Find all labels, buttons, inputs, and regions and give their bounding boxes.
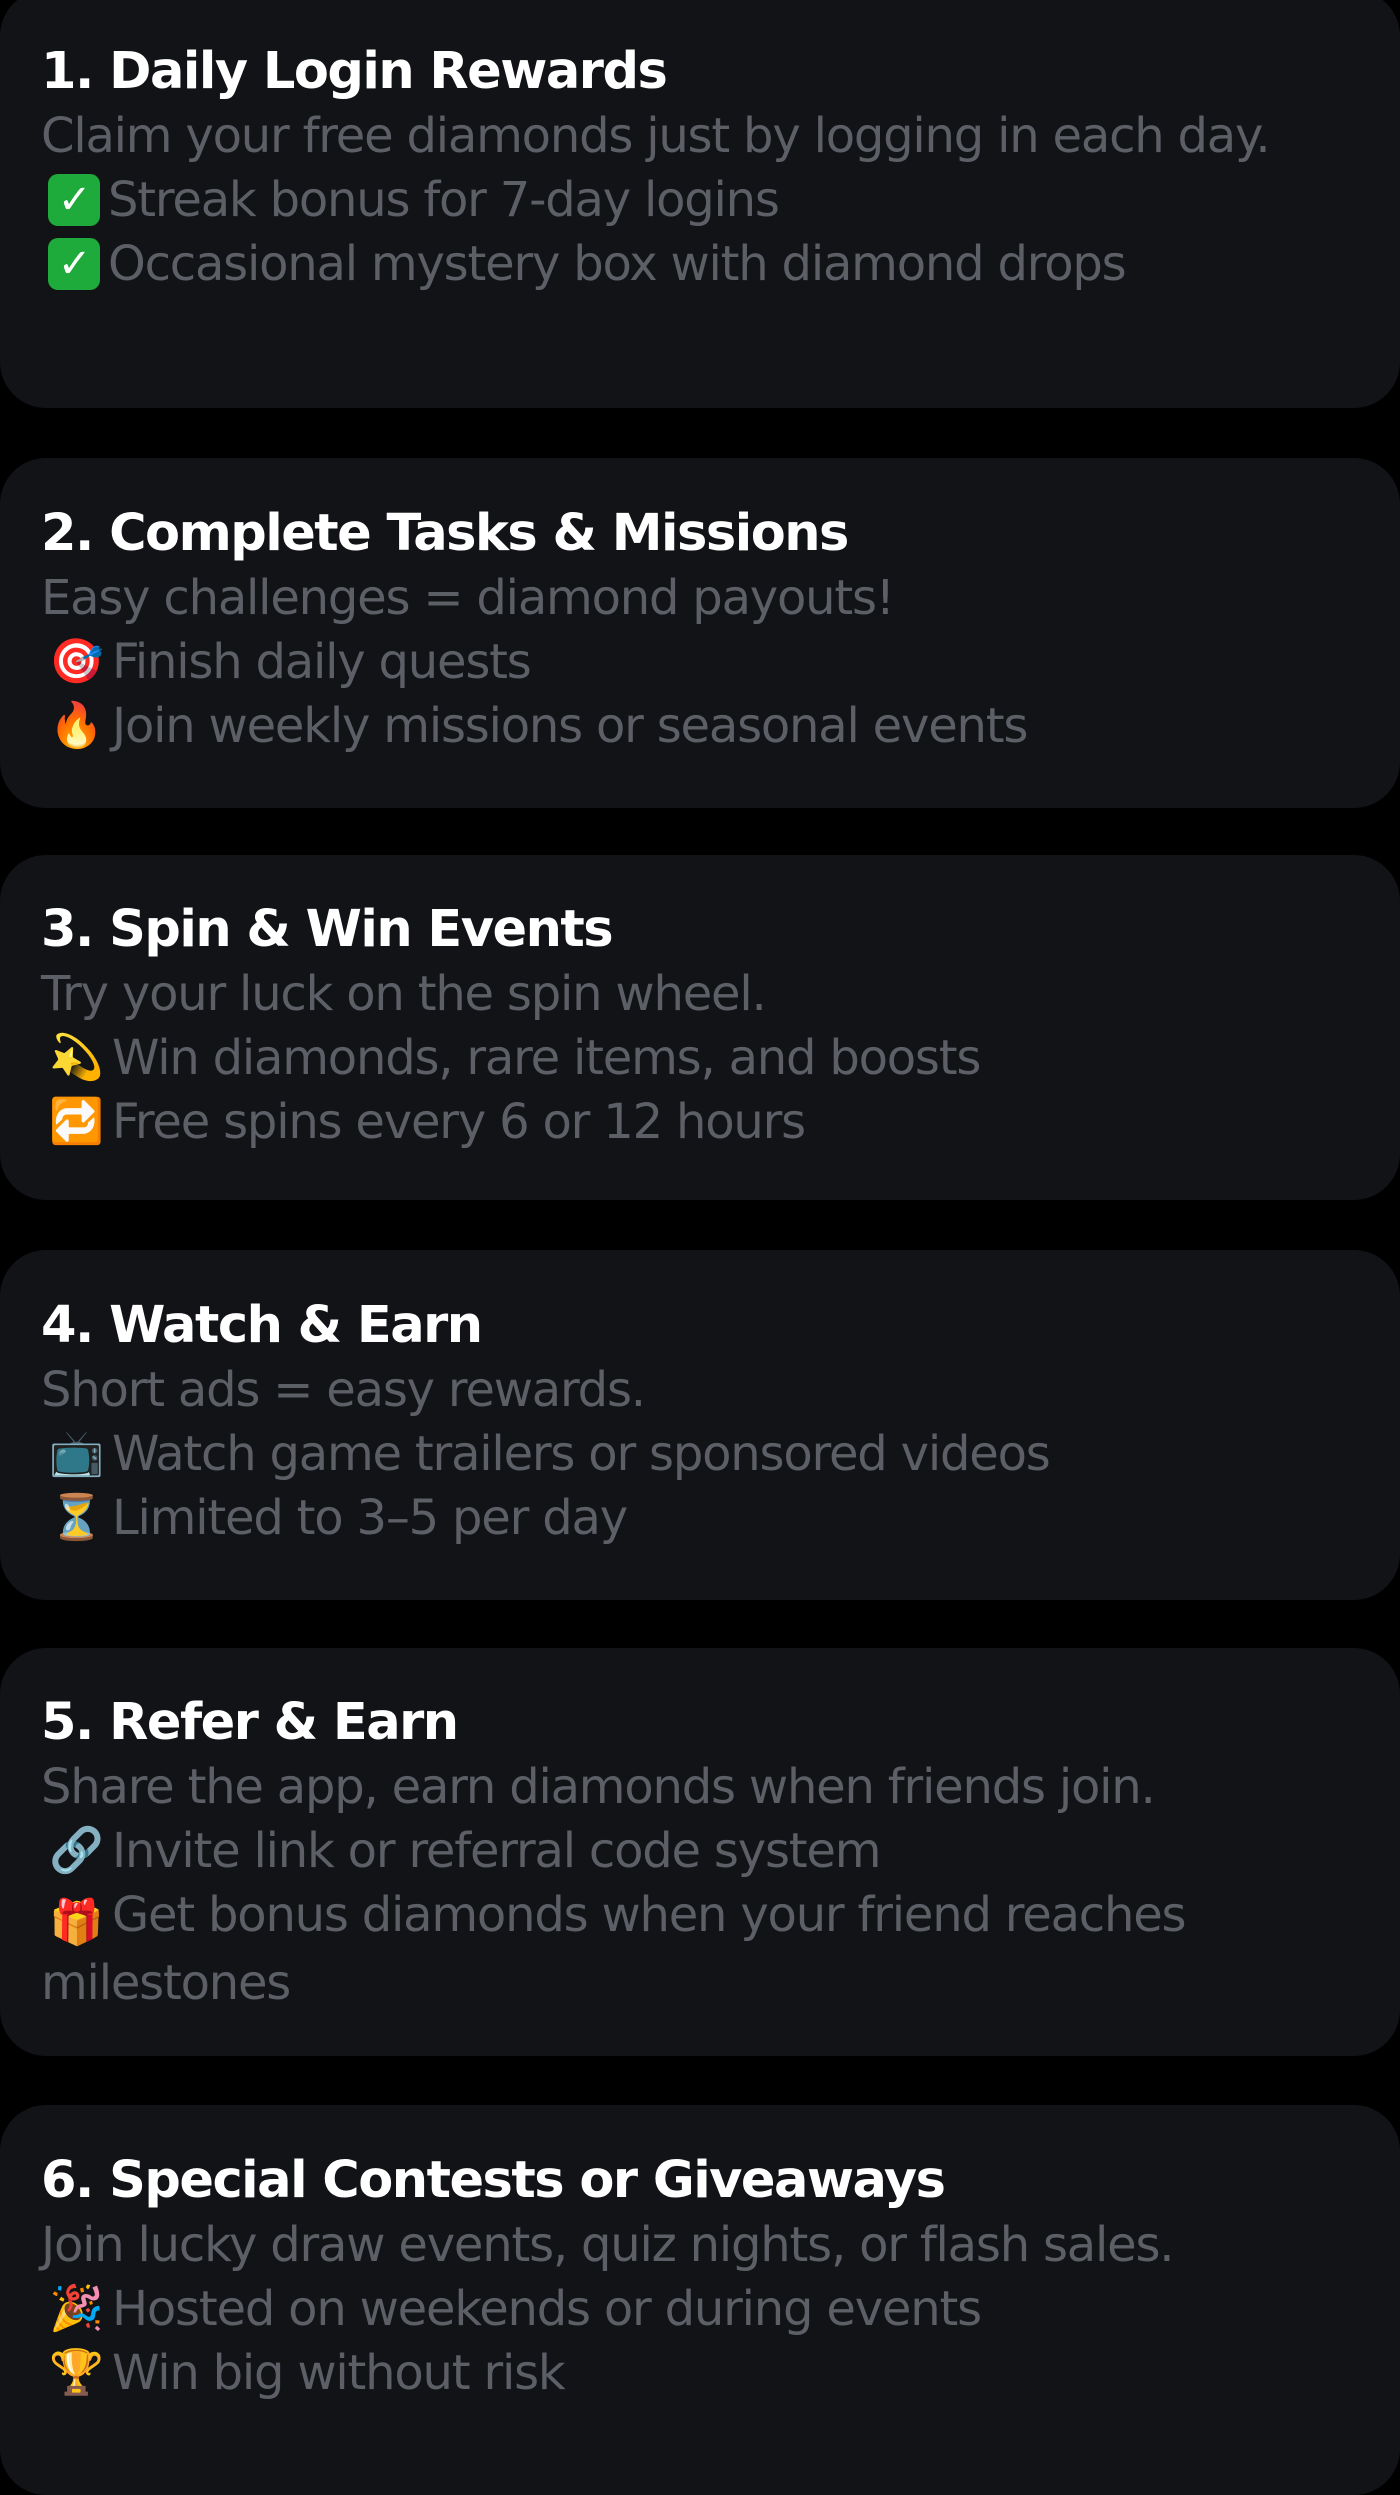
bullet-item: ✓ Occasional mystery box with diamond dr…: [41, 232, 1360, 296]
bullet-text: Win big without risk: [112, 2345, 566, 2401]
television-icon: 📺: [49, 1428, 104, 1479]
bullet-item: 🔥 Join weekly missions or seasonal event…: [41, 694, 1360, 758]
card-spin-win-events: 3. Spin & Win Events Try your luck on th…: [0, 855, 1400, 1200]
bullet-text: Get bonus diamonds when your friend reac…: [41, 1887, 1187, 2011]
card-description: Easy challenges = diamond payouts!: [41, 570, 895, 626]
card-refer-earn: 5. Refer & Earn Share the app, earn diam…: [0, 1648, 1400, 2056]
bullet-text: Free spins every 6 or 12 hours: [112, 1094, 806, 1150]
bullet-item: ⏳ Limited to 3–5 per day: [41, 1486, 1360, 1550]
bullet-item: 🔁 Free spins every 6 or 12 hours: [41, 1090, 1360, 1154]
bullet-text: Join weekly missions or seasonal events: [112, 698, 1028, 754]
target-icon: 🎯: [49, 636, 104, 687]
dizzy-star-icon: 💫: [49, 1032, 104, 1083]
card-daily-login-rewards: 1. Daily Login Rewards Claim your free d…: [0, 0, 1400, 408]
card-title: 2. Complete Tasks & Missions: [41, 504, 849, 563]
card-description: Try your luck on the spin wheel.: [41, 966, 767, 1022]
bullet-text: Hosted on weekends or during events: [112, 2281, 982, 2337]
bullet-text: Finish daily quests: [112, 634, 532, 690]
card-special-contests-giveaways: 6. Special Contests or Giveaways Join lu…: [0, 2105, 1400, 2495]
bullet-text: Invite link or referral code system: [112, 1823, 881, 1879]
card-title: 1. Daily Login Rewards: [41, 42, 668, 101]
bullet-text: Limited to 3–5 per day: [112, 1490, 628, 1546]
bullet-text: Win diamonds, rare items, and boosts: [112, 1030, 981, 1086]
card-description: Short ads = easy rewards.: [41, 1362, 646, 1418]
bullet-text: Streak bonus for 7-day logins: [108, 172, 780, 228]
hourglass-icon: ⏳: [49, 1492, 104, 1543]
check-mark-button-icon: ✓: [48, 238, 100, 290]
bullet-text: Watch game trailers or sponsored videos: [112, 1426, 1051, 1482]
trophy-icon: 🏆: [49, 2347, 104, 2398]
bullet-item: ✓ Streak bonus for 7-day logins: [41, 168, 1360, 232]
bullet-item: 🏆 Win big without risk: [41, 2341, 1360, 2405]
bullet-text: Occasional mystery box with diamond drop…: [108, 236, 1127, 292]
link-icon: 🔗: [49, 1825, 104, 1876]
card-title: 3. Spin & Win Events: [41, 900, 614, 959]
card-title: 6. Special Contests or Giveaways: [41, 2151, 946, 2210]
bullet-item: 🎯 Finish daily quests: [41, 630, 1360, 694]
bullet-item: 💫 Win diamonds, rare items, and boosts: [41, 1026, 1360, 1090]
bullet-item: 🔗 Invite link or referral code system: [41, 1819, 1360, 1883]
check-mark-button-icon: ✓: [48, 174, 100, 226]
party-popper-icon: 🎉: [49, 2283, 104, 2334]
bullet-item: 🎁 Get bonus diamonds when your friend rea…: [41, 1883, 1331, 2015]
card-complete-tasks-missions: 2. Complete Tasks & Missions Easy challe…: [0, 458, 1400, 808]
card-watch-earn: 4. Watch & Earn Short ads = easy rewards…: [0, 1250, 1400, 1600]
fire-icon: 🔥: [49, 700, 104, 751]
card-title: 4. Watch & Earn: [41, 1296, 483, 1355]
card-description: Claim your free diamonds just by logging…: [41, 108, 1271, 164]
bullet-item: 📺 Watch game trailers or sponsored video…: [41, 1422, 1360, 1486]
bullet-item: 🎉 Hosted on weekends or during events: [41, 2277, 1360, 2341]
card-title: 5. Refer & Earn: [41, 1693, 459, 1752]
gift-icon: 🎁: [49, 1897, 104, 1948]
repeat-icon: 🔁: [49, 1096, 104, 1147]
card-description: Join lucky draw events, quiz nights, or …: [41, 2217, 1175, 2273]
card-description: Share the app, earn diamonds when friend…: [41, 1759, 1156, 1815]
